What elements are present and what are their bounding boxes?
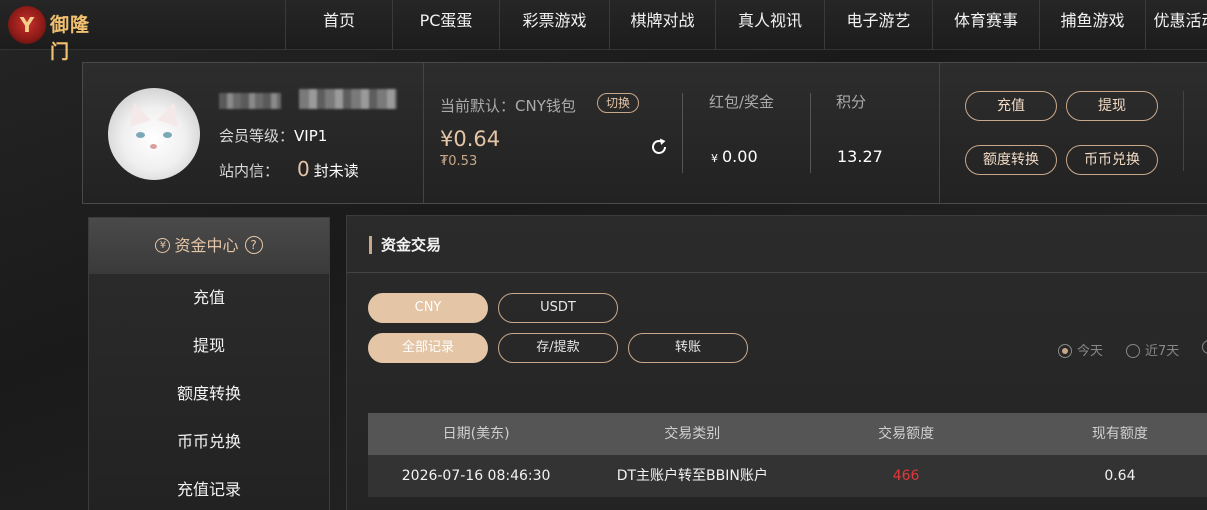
cell-date: 2026-07-16 08:46:30 — [401, 468, 551, 484]
top-navigation: Y 御隆门 首页PC蛋蛋彩票游戏棋牌对战真人视讯电子游艺体育赛事捕鱼游戏优惠活动 — [0, 0, 1207, 63]
vip-label: 会员等级： — [219, 127, 295, 145]
sidebar-header: ¥ 资金中心? — [89, 218, 329, 274]
bonus-amount: 0.00 — [722, 147, 758, 166]
funds-transactions-panel: 资金交易 CNY USDT 全部记录 存/提款 转账 今天 近7天 日期(美东)… — [346, 215, 1207, 510]
site-logo[interactable]: Y 御隆门 — [8, 6, 108, 63]
header-date: 日期(美东) — [442, 426, 510, 442]
cat-eye-right — [163, 132, 172, 138]
yen-icon: ¥ — [155, 237, 171, 253]
avatar[interactable] — [108, 88, 200, 180]
nav-item-3[interactable]: 棋牌对战 — [609, 0, 715, 50]
table-header: 日期(美东) 交易类别 交易额度 现有额度 — [368, 413, 1207, 455]
cell-balance: 0.64 — [1104, 468, 1136, 484]
range-7days[interactable]: 近7天 — [1126, 340, 1179, 359]
divider — [423, 63, 424, 203]
tab-cny[interactable]: CNY — [368, 293, 488, 323]
header-balance: 现有额度 — [1091, 426, 1148, 442]
nav-item-6[interactable]: 体育赛事 — [932, 0, 1039, 50]
vip-value: VIP1 — [294, 127, 328, 145]
header-amount: 交易额度 — [878, 426, 935, 442]
logo-text: 御隆门 — [50, 14, 91, 63]
points-value: 13.27 — [837, 147, 883, 166]
tab-transfer[interactable]: 转账 — [628, 333, 748, 363]
vip-level: 会员等级：VIP1 — [219, 125, 327, 146]
nav-item-2[interactable]: 彩票游戏 — [499, 0, 609, 50]
messages-count: 0 — [297, 157, 310, 181]
exchange-button[interactable]: 币币兑换 — [1066, 145, 1158, 175]
logo-mark-icon: Y — [8, 6, 46, 44]
range-7days-label: 近7天 — [1145, 344, 1180, 359]
range-more[interactable] — [1202, 339, 1207, 355]
bonus-value: ¥0.00 — [711, 147, 758, 166]
radio-checked-icon — [1058, 343, 1072, 358]
messages-unread-label: 封未读 — [313, 162, 359, 180]
range-today[interactable]: 今天 — [1058, 340, 1103, 359]
nav-item-5[interactable]: 电子游艺 — [824, 0, 932, 50]
transactions-table: 日期(美东) 交易类别 交易额度 现有额度 2026-07-16 08:46:3… — [368, 413, 1207, 497]
cat-eye-left — [136, 132, 145, 138]
default-wallet-label: 当前默认：CNY钱包 — [440, 97, 576, 115]
messages-info[interactable]: 站内信： 0 封未读 — [219, 157, 359, 181]
cat-ear-left — [123, 99, 151, 127]
profile-bar: 会员等级：VIP1 站内信： 0 封未读 当前默认：CNY钱包 切换 ¥0.64 ₮… — [82, 62, 1207, 204]
sidebar-item-3[interactable]: 币币兑换 — [89, 418, 329, 466]
refresh-icon[interactable] — [649, 137, 669, 157]
panel-header: 资金交易 — [347, 216, 1207, 273]
withdraw-button[interactable]: 提现 — [1066, 91, 1158, 121]
wallet-balance: ¥0.64 — [440, 127, 501, 151]
radio-unchecked-icon — [1202, 339, 1207, 354]
divider — [682, 93, 683, 173]
sidebar-item-1[interactable]: 提现 — [89, 322, 329, 370]
nav-item-8[interactable]: 优惠活动 — [1145, 0, 1207, 50]
tab-deposit-withdraw[interactable]: 存/提款 — [498, 333, 618, 363]
cat-nose — [150, 144, 157, 149]
range-today-label: 今天 — [1077, 344, 1104, 359]
messages-label: 站内信： — [219, 162, 280, 180]
help-icon[interactable]: ? — [244, 236, 263, 254]
panel-title: 资金交易 — [381, 236, 442, 254]
cell-amount: 466 — [892, 468, 920, 484]
sidebar-items: 充值 提现 额度转换 币币兑换 充值记录 — [89, 274, 329, 510]
bonus-label: 红包/奖金 — [709, 93, 775, 111]
points-label: 积分 — [836, 93, 867, 111]
blurred-username — [219, 93, 281, 109]
sidebar-item-2[interactable]: 额度转换 — [89, 370, 329, 418]
sidebar-title: 资金中心 — [174, 236, 239, 255]
nav-item-0[interactable]: 首页 — [285, 0, 392, 50]
blurred-account — [299, 89, 397, 109]
nav-item-7[interactable]: 捕鱼游戏 — [1039, 0, 1145, 50]
divider — [1183, 91, 1184, 171]
table-row[interactable]: 2026-07-16 08:46:30 DT主账户转至BBIN账户 466 0.… — [368, 455, 1207, 497]
bonus-currency: ¥ — [711, 152, 718, 165]
title-accent-bar — [369, 236, 372, 254]
nav-menu: 首页PC蛋蛋彩票游戏棋牌对战真人视讯电子游艺体育赛事捕鱼游戏优惠活动 — [285, 0, 1207, 50]
header-type: 交易类别 — [664, 426, 721, 442]
recharge-button[interactable]: 充值 — [965, 91, 1057, 121]
switch-wallet-button[interactable]: 切换 — [597, 93, 639, 113]
sidebar-item-0[interactable]: 充值 — [89, 274, 329, 322]
tab-all-records[interactable]: 全部记录 — [368, 333, 488, 363]
divider — [939, 63, 940, 203]
sidebar-item-4[interactable]: 充值记录 — [89, 466, 329, 510]
funds-sidebar: ¥ 资金中心? 充值 提现 额度转换 币币兑换 充值记录 — [88, 217, 330, 510]
nav-item-1[interactable]: PC蛋蛋 — [392, 0, 499, 50]
nav-item-4[interactable]: 真人视讯 — [715, 0, 824, 50]
divider — [810, 93, 811, 173]
cat-ear-right — [157, 99, 185, 127]
radio-unchecked-icon — [1126, 343, 1140, 358]
wallet-sub-balance: ₮0.53 — [440, 154, 478, 169]
transfer-button[interactable]: 额度转换 — [965, 145, 1057, 175]
tab-usdt[interactable]: USDT — [498, 293, 618, 323]
cell-type: DT主账户转至BBIN账户 — [616, 468, 768, 484]
